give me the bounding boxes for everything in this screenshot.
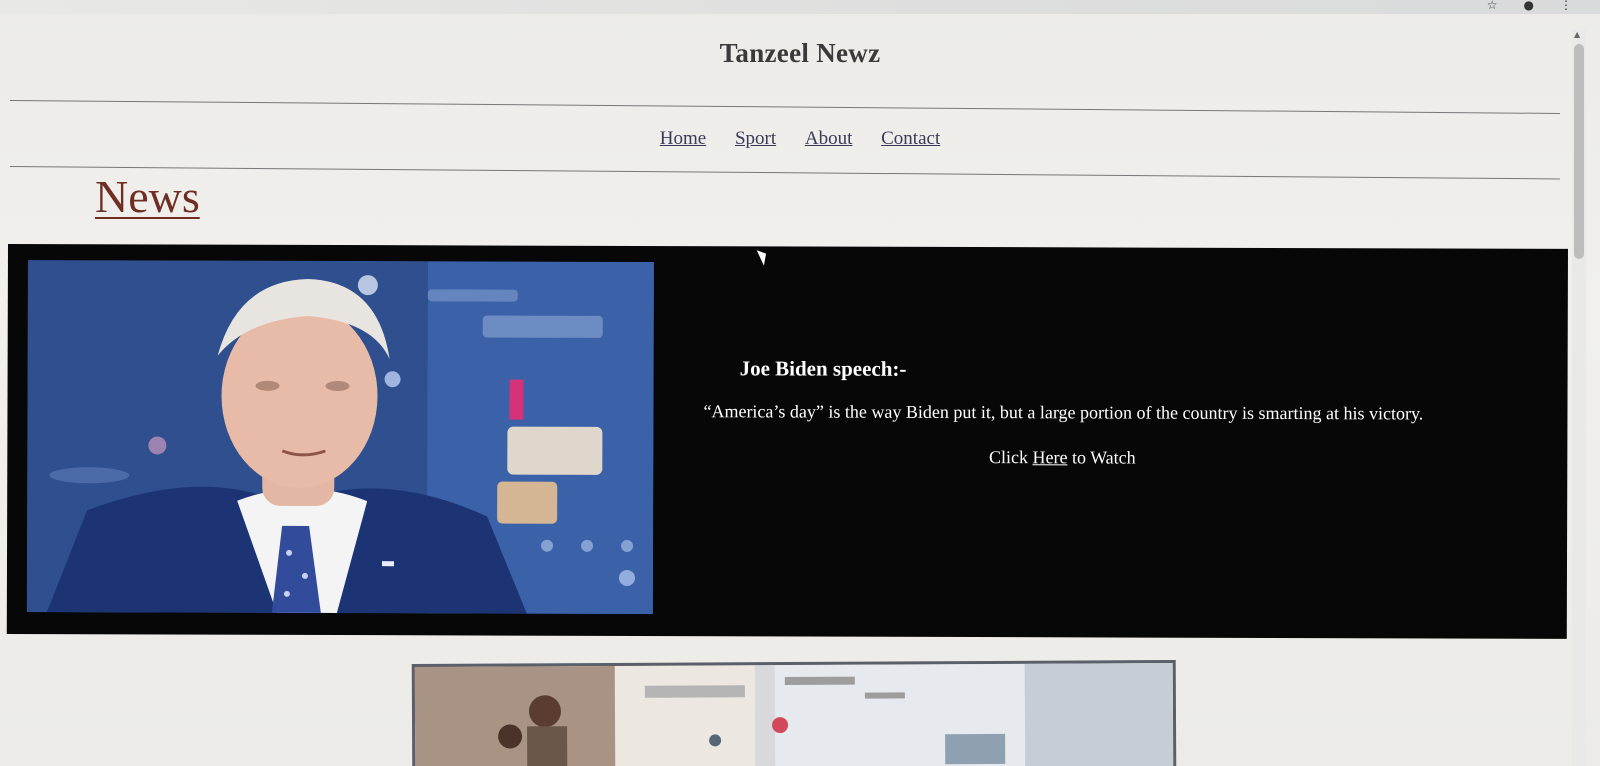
- nav-link-home[interactable]: Home: [660, 128, 706, 149]
- news-photo: [26, 260, 654, 615]
- star-icon[interactable]: ☆: [1487, 0, 1498, 12]
- news-summary: “America’s day” is the way Biden put it,…: [703, 401, 1424, 424]
- second-news-card: [411, 660, 1177, 766]
- scroll-up-arrow-icon[interactable]: ▲: [1574, 30, 1580, 39]
- nav-divider: [9, 166, 1560, 180]
- second-news-photo-illustration: [414, 663, 1174, 766]
- header-divider: [9, 100, 1560, 114]
- news-headline: Joe Biden speech:-: [739, 356, 907, 381]
- news-photo-illustration: [26, 260, 654, 615]
- watch-suffix: to Watch: [1071, 447, 1136, 468]
- watch-line: Click Here to Watch: [667, 446, 1457, 469]
- nav-link-contact[interactable]: Contact: [881, 128, 940, 149]
- second-news-photo: [414, 663, 1174, 766]
- watch-link[interactable]: Here: [1032, 447, 1067, 467]
- browser-toolbar-icons: ☆ ● ⋮: [1487, 0, 1572, 12]
- site-title: Tanzeel Newz: [719, 38, 881, 68]
- nav-link-sport[interactable]: Sport: [735, 128, 776, 149]
- browser-page: ☆ ● ⋮ Tanzeel Newz Home Sport About Cont…: [0, 0, 1600, 766]
- profile-icon[interactable]: ●: [1524, 0, 1534, 12]
- page-scrollbar[interactable]: ▲: [1572, 30, 1586, 766]
- scrollbar-thumb[interactable]: [1574, 44, 1584, 259]
- browser-tab-strip: ☆ ● ⋮: [0, 0, 1600, 14]
- featured-news-card: Joe Biden speech:- “America’s day” is th…: [6, 244, 1568, 639]
- main-nav: Home Sport About Contact: [0, 128, 1600, 150]
- watch-prefix: Click: [988, 447, 1029, 468]
- nav-link-about[interactable]: About: [805, 128, 853, 149]
- kebab-menu-icon[interactable]: ⋮: [1560, 0, 1572, 12]
- news-section-heading[interactable]: News: [95, 170, 200, 223]
- news-text-block: Joe Biden speech:- “America’s day” is th…: [667, 356, 1457, 469]
